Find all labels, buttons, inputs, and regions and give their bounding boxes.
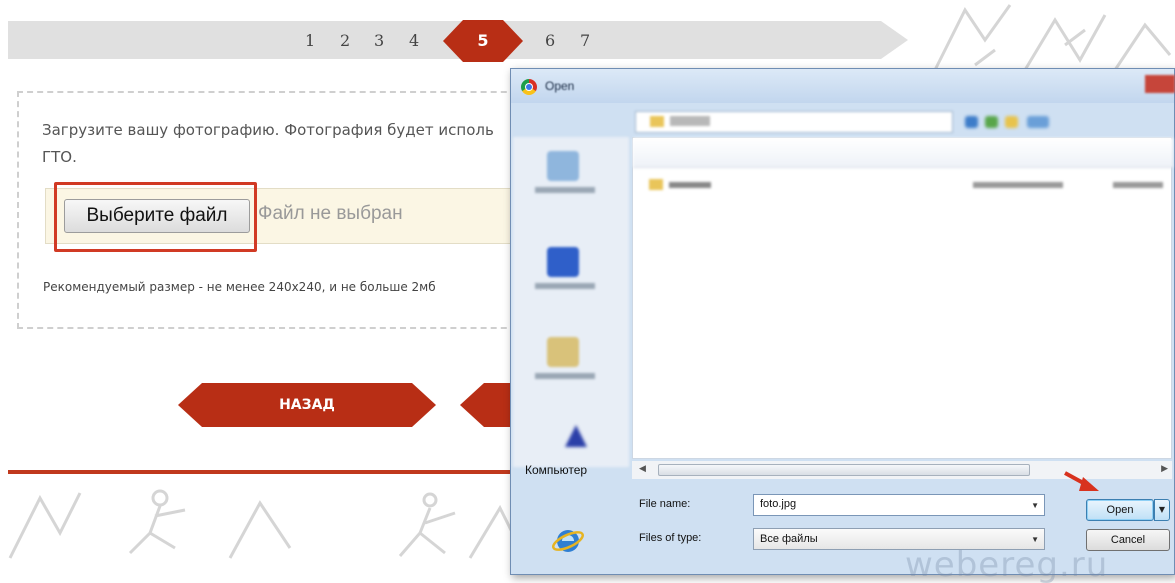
computer-icon[interactable]: [561, 421, 591, 451]
decorative-pattern-top: [933, 4, 1172, 71]
size-recommendation: Рекомендуемый размер - не менее 240x240,…: [43, 280, 436, 294]
step-3[interactable]: 3: [374, 31, 384, 50]
address-bar[interactable]: [635, 111, 953, 133]
nav-recent-places[interactable]: [535, 151, 595, 193]
dropdown-arrow-icon[interactable]: ▼: [1031, 535, 1039, 544]
footer-divider: [8, 470, 528, 474]
column-headers[interactable]: [633, 138, 1173, 168]
breadcrumb[interactable]: [670, 116, 710, 126]
open-options-dropdown[interactable]: ▼: [1154, 499, 1170, 521]
upload-instruction: Загрузите вашу фотографию. Фотография бу…: [42, 117, 512, 171]
open-file-dialog: Open Компьютер ◀ ▶ File name: foto.jpg ▼…: [510, 68, 1175, 575]
open-button[interactable]: Open: [1086, 499, 1154, 521]
file-name-input[interactable]: foto.jpg ▼: [753, 494, 1045, 516]
file-type-label: Files of type:: [639, 532, 702, 544]
places-pane: [513, 137, 629, 467]
folder-icon: [650, 116, 664, 127]
nav-libraries[interactable]: [535, 337, 595, 379]
nav-desktop[interactable]: [535, 247, 595, 289]
dropdown-arrow-icon[interactable]: ▼: [1031, 501, 1039, 510]
step-7[interactable]: 7: [580, 31, 590, 50]
dialog-title: Open: [545, 79, 575, 93]
chrome-icon: [521, 79, 537, 95]
file-type-value: Все файлы: [760, 533, 818, 545]
dialog-toolbar: [965, 111, 1105, 133]
step-4[interactable]: 4: [409, 31, 419, 50]
new-folder-icon[interactable]: [1005, 116, 1018, 128]
choose-file-highlight: [54, 182, 257, 252]
scroll-left-icon[interactable]: ◀: [639, 464, 646, 474]
file-row[interactable]: [633, 174, 1173, 196]
view-menu-icon[interactable]: [1027, 116, 1049, 128]
close-button[interactable]: [1145, 75, 1175, 93]
file-list: [632, 137, 1173, 459]
step-2[interactable]: 2: [340, 31, 350, 50]
step-1[interactable]: 1: [305, 31, 315, 50]
back-nav-icon[interactable]: [965, 116, 978, 128]
upload-instruction-line2: ГТО.: [42, 148, 77, 166]
file-date-cell: [973, 182, 1063, 188]
file-name-value: foto.jpg: [760, 498, 797, 510]
dialog-titlebar[interactable]: Open: [511, 69, 1175, 103]
decorative-pattern-bottom: [8, 489, 517, 559]
watermark: webereg.ru: [905, 545, 1109, 583]
folder-icon: [649, 179, 663, 190]
no-file-chosen-text: Файл не выбран: [258, 203, 403, 224]
nav-computer-label[interactable]: Компьютер: [525, 463, 587, 477]
file-name-cell: [669, 182, 711, 188]
up-folder-icon[interactable]: [985, 116, 998, 128]
ie-globe-icon: [552, 530, 584, 552]
step-6[interactable]: 6: [545, 31, 555, 50]
back-button[interactable]: НАЗАД: [178, 383, 436, 427]
scroll-right-icon[interactable]: ▶: [1161, 464, 1168, 474]
file-name-label: File name:: [639, 498, 691, 510]
upload-instruction-line1: Загрузите вашу фотографию. Фотография бу…: [42, 121, 494, 139]
red-arrow-icon: [1064, 471, 1099, 491]
scroll-thumb[interactable]: [658, 464, 1030, 476]
file-type-cell: [1113, 182, 1163, 188]
